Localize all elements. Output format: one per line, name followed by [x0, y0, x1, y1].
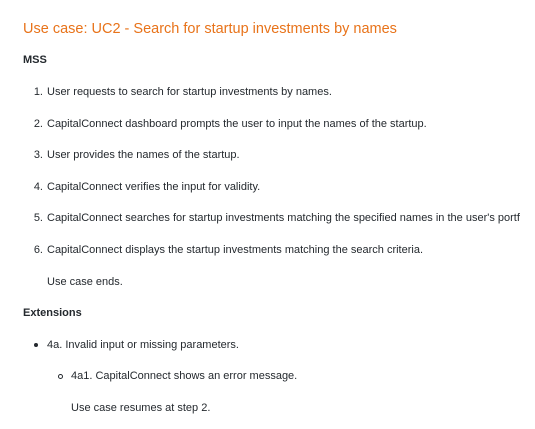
step-number: 3. [33, 149, 43, 161]
mss-heading: MSS [23, 54, 47, 66]
extensions-heading: Extensions [23, 307, 82, 319]
step-text: User requests to search for startup inve… [47, 86, 332, 98]
use-case-title: Use case: UC2 - Search for startup inves… [23, 21, 397, 37]
mss-end-note: Use case ends. [47, 276, 123, 288]
step-text: CapitalConnect searches for startup inve… [47, 212, 520, 224]
extension-text: 4a. Invalid input or missing parameters. [47, 339, 239, 351]
extension-sub-text: 4a1. CapitalConnect shows an error messa… [71, 370, 298, 382]
step-number: 1. [33, 86, 43, 98]
step-text: CapitalConnect verifies the input for va… [47, 181, 261, 193]
step-text: User provides the names of the startup. [47, 149, 240, 161]
disc-bullet-icon [34, 343, 38, 347]
step-number: 4. [33, 181, 43, 193]
extension-resume-note: Use case resumes at step 2. [71, 402, 211, 414]
step-number: 6. [33, 244, 43, 256]
step-text: CapitalConnect dashboard prompts the use… [47, 118, 427, 130]
step-text: CapitalConnect displays the startup inve… [47, 244, 424, 256]
step-number: 2. [33, 118, 43, 130]
circle-bullet-icon [58, 374, 63, 379]
document-page: Use case: UC2 - Search for startup inves… [0, 0, 535, 429]
step-number: 5. [33, 212, 43, 224]
